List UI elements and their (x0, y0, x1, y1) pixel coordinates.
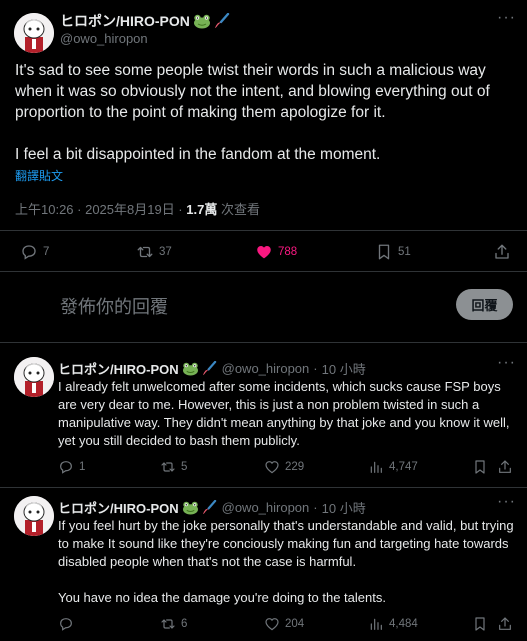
reply-count: 7 (43, 246, 50, 258)
paintbrush-emoji (214, 13, 230, 29)
retweet-button[interactable]: 5 (160, 459, 187, 475)
paintbrush-emoji (202, 500, 217, 515)
translate-link[interactable]: 翻譯貼文 (15, 167, 63, 184)
bookmark-icon (475, 617, 485, 631)
retweet-count: 6 (181, 618, 188, 630)
retweet-count: 5 (181, 461, 188, 473)
bookmark-count: 51 (398, 246, 411, 258)
view-count: 1.7萬 (186, 202, 218, 217)
view-label: 次查看 (217, 202, 260, 217)
heart-icon (265, 618, 279, 631)
views-chart-icon (370, 461, 382, 473)
reply-author-line: ヒロポン/HIRO-PON @owo_hiropon · 10 小時 (58, 359, 366, 378)
share-button[interactable] (497, 459, 513, 475)
retweet-button[interactable]: 37 (136, 243, 172, 261)
reply-icon (22, 245, 36, 260)
views-button[interactable]: 4,747 (368, 459, 418, 475)
like-button[interactable]: 204 (264, 616, 304, 632)
frog-emoji (182, 500, 199, 515)
bookmark-button[interactable]: 51 (375, 243, 411, 261)
reply-submit-button[interactable]: 回覆 (456, 289, 513, 320)
retweet-button[interactable]: 6 (160, 616, 187, 632)
author-handle[interactable]: @owo_hiropon (222, 361, 310, 376)
bookmark-button[interactable] (472, 616, 488, 632)
tweet-timestamp[interactable]: 上午10:26 · 2025年8月19日 · (15, 202, 186, 217)
reply-input[interactable]: 發佈你的回覆 (60, 293, 168, 319)
share-button[interactable] (497, 616, 513, 632)
reply-icon (60, 461, 72, 474)
divider (0, 271, 527, 272)
like-button[interactable]: 229 (264, 459, 304, 475)
retweet-count: 37 (159, 246, 172, 258)
divider (0, 230, 527, 231)
views-chart-icon (370, 618, 382, 630)
reply-icon (60, 618, 72, 631)
author-name[interactable]: ヒロポン/HIRO-PON (58, 359, 179, 378)
tweet-paragraph: I feel a bit disappointed in the fandom … (15, 146, 381, 163)
reply-paragraph: If you feel hurt by the joke personally … (58, 518, 514, 569)
author-name[interactable]: ヒロポン/HIRO-PON (58, 498, 179, 517)
retweet-icon (161, 462, 175, 472)
avatar[interactable] (14, 13, 54, 53)
heart-icon (265, 461, 279, 474)
bookmark-button[interactable] (472, 459, 488, 475)
author-handle[interactable]: @owo_hiropon (222, 500, 310, 515)
reply-timestamp[interactable]: 10 小時 (322, 359, 366, 378)
divider (0, 342, 527, 343)
divider (0, 487, 527, 488)
reply-paragraph: I already felt unwelcomed after some inc… (58, 379, 510, 448)
reply-paragraph: You have no idea the damage you're doing… (58, 590, 386, 605)
frog-emoji (193, 13, 211, 29)
reply-timestamp[interactable]: 10 小時 (322, 498, 366, 517)
retweet-icon (161, 619, 175, 629)
bookmark-icon (378, 244, 390, 260)
like-count: 788 (278, 246, 298, 258)
like-count: 204 (285, 618, 305, 630)
author-handle[interactable]: @owo_hiropon (60, 31, 148, 46)
like-count: 229 (285, 461, 305, 473)
share-icon (499, 617, 511, 630)
share-button[interactable] (493, 243, 511, 261)
frog-emoji (182, 361, 199, 376)
reply-count: 1 (79, 461, 86, 473)
reply-text: I already felt unwelcomed after some inc… (58, 378, 520, 450)
tweet-paragraph: It's sad to see some people twist their … (15, 62, 490, 121)
reply-button[interactable]: 1 (58, 459, 85, 475)
view-count: 4,747 (389, 461, 418, 473)
reply-text: If you feel hurt by the joke personally … (58, 517, 520, 607)
avatar[interactable] (14, 357, 54, 397)
share-icon (495, 244, 509, 259)
author-name[interactable]: ヒロポン/HIRO-PON (60, 11, 190, 31)
reply-button[interactable]: 7 (20, 243, 49, 261)
view-count: 4,484 (389, 618, 418, 630)
reply-button[interactable] (58, 616, 79, 632)
tweet-meta: 上午10:26 · 2025年8月19日 · 1.7萬 次查看 (15, 199, 260, 218)
heart-filled-icon (257, 246, 271, 259)
separator-dot: · (313, 500, 318, 515)
separator-dot: · (313, 361, 318, 376)
reply-author-line: ヒロポン/HIRO-PON @owo_hiropon · 10 小時 (58, 498, 366, 517)
paintbrush-emoji (202, 361, 217, 376)
share-icon (499, 460, 511, 473)
more-options-icon[interactable]: ··· (497, 9, 516, 27)
views-button[interactable]: 4,484 (368, 616, 418, 632)
bookmark-icon (475, 460, 485, 474)
retweet-icon (137, 246, 153, 258)
like-button[interactable]: 788 (255, 243, 297, 261)
avatar[interactable] (14, 496, 54, 536)
tweet-text: It's sad to see some people twist their … (15, 60, 515, 165)
more-options-icon[interactable]: ··· (497, 354, 516, 372)
more-options-icon[interactable]: ··· (497, 493, 516, 511)
author-line: ヒロポン/HIRO-PON (60, 11, 230, 31)
